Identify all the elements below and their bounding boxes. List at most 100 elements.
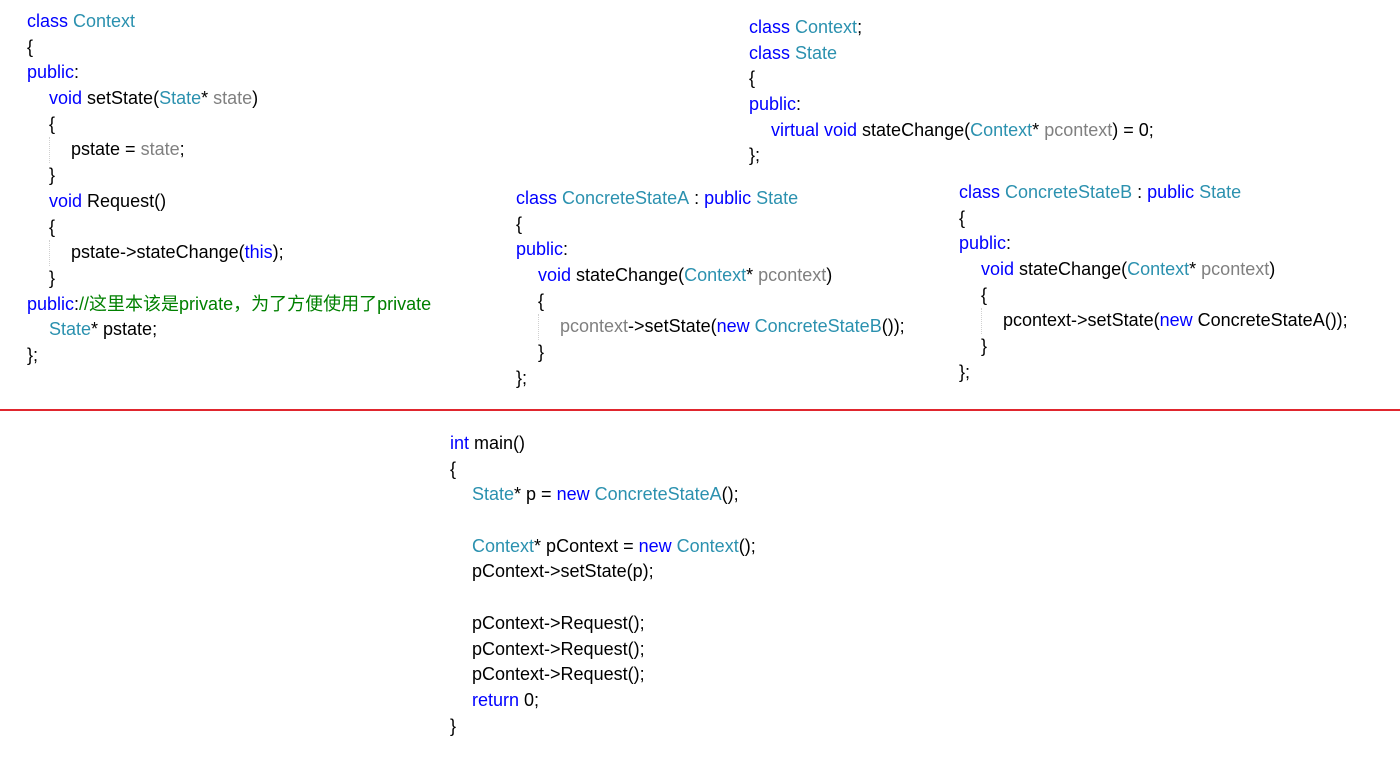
code-token: Context xyxy=(676,535,739,556)
code-line xyxy=(450,585,756,611)
code-token: { xyxy=(981,284,988,305)
code-line: void setState(State * state) xyxy=(27,86,431,112)
code-token: public xyxy=(1147,182,1200,202)
code-token: State xyxy=(795,42,838,63)
indent-guide xyxy=(27,86,49,112)
code-token: ) xyxy=(1269,259,1276,280)
code-line: { xyxy=(959,206,1348,232)
code-line: pstate = state; xyxy=(27,137,431,164)
divider-line xyxy=(0,409,1400,411)
code-token: stateChange( xyxy=(862,119,971,140)
code-token: * xyxy=(1189,259,1202,280)
code-line: } xyxy=(959,334,1348,360)
code-token: pContext->setState(p); xyxy=(472,561,654,582)
code-line: void stateChange(Context * pcontext) xyxy=(959,257,1348,283)
code-token: this xyxy=(244,242,273,263)
code-token: { xyxy=(516,213,523,234)
code-token: }; xyxy=(516,367,528,388)
code-line: { xyxy=(27,112,431,138)
code-token: }; xyxy=(749,145,761,166)
code-line: class ConcreteStateA : public State xyxy=(516,186,905,212)
code-line: public: xyxy=(749,92,1154,118)
code-token: : xyxy=(563,239,569,260)
code-token: ConcreteStateA()); xyxy=(1197,310,1348,331)
indent-guide xyxy=(27,266,49,292)
code-token: pContext->Request(); xyxy=(472,638,645,659)
code-token: pcontext xyxy=(758,265,827,286)
code-token: : xyxy=(796,94,802,115)
code-line: pContext->Request(); xyxy=(450,662,756,688)
code-token: pstate->stateChange( xyxy=(71,242,245,263)
code-token: { xyxy=(959,207,966,228)
code-token: pstate = xyxy=(71,139,141,160)
code-line: public: xyxy=(27,60,431,86)
code-token: class xyxy=(749,17,796,37)
code-token: new xyxy=(716,316,755,337)
code-token: { xyxy=(27,36,34,57)
code-block-state-class: class Context; class State{public: virtual… xyxy=(749,15,1154,169)
indent-guide xyxy=(959,308,981,334)
code-token: * xyxy=(746,265,759,286)
indent-guide xyxy=(450,688,472,714)
code-token: ; xyxy=(857,17,863,37)
indent-guide xyxy=(538,314,560,341)
code-token: { xyxy=(49,216,56,237)
indent-guide xyxy=(450,559,472,585)
indent-guide xyxy=(516,263,538,289)
code-line: } xyxy=(516,340,905,366)
code-token: { xyxy=(450,458,457,479)
code-token: } xyxy=(450,715,457,736)
code-line: }; xyxy=(959,360,1348,386)
code-token: ; xyxy=(179,139,185,160)
code-line: State * p = new ConcreteStateA (); xyxy=(450,482,756,508)
code-token: class xyxy=(749,42,796,63)
code-line: class Context xyxy=(27,9,431,35)
code-token: * xyxy=(1032,119,1045,140)
code-token: state xyxy=(140,139,180,160)
code-line: void stateChange(Context * pcontext) xyxy=(516,263,905,289)
code-token: ConcreteStateB xyxy=(754,316,882,337)
code-token: * pContext = xyxy=(534,535,639,556)
code-line: { xyxy=(516,289,905,315)
code-token: : xyxy=(689,188,705,208)
code-token: stateChange( xyxy=(576,265,685,286)
code-token: 0; xyxy=(524,689,540,710)
code-token: State xyxy=(756,188,799,208)
code-line: pcontext->setState(new ConcreteStateA())… xyxy=(959,308,1348,335)
code-token: ->setState( xyxy=(628,316,717,337)
code-line: return 0; xyxy=(450,688,756,714)
code-token: { xyxy=(749,68,756,89)
code-token: class xyxy=(27,11,74,31)
code-token: Context xyxy=(970,119,1033,140)
indent-guide xyxy=(49,137,71,164)
code-token: : xyxy=(74,62,80,83)
code-line: public: xyxy=(516,237,905,263)
code-token: void xyxy=(49,190,88,211)
code-line: void Request() xyxy=(27,189,431,215)
indent-guide xyxy=(450,508,472,534)
code-token: public xyxy=(959,233,1007,254)
indent-guide xyxy=(27,189,49,215)
code-token: pcontext xyxy=(1044,119,1113,140)
code-token: }; xyxy=(27,344,39,365)
code-token: ConcreteStateA xyxy=(594,484,722,505)
code-token: public xyxy=(27,62,75,83)
code-token: State xyxy=(159,88,202,109)
code-line: class Context; xyxy=(749,15,1154,41)
indent-guide xyxy=(516,289,538,315)
code-token: } xyxy=(538,342,545,363)
code-line: Context * pContext = new Context (); xyxy=(450,534,756,560)
indent-guide xyxy=(27,317,49,343)
indent-guide xyxy=(450,585,472,611)
code-block-context-class: class Context{public: void setState(State… xyxy=(27,9,431,369)
code-token: ConcreteStateA xyxy=(562,188,690,208)
code-line: { xyxy=(959,283,1348,309)
code-token: State xyxy=(49,319,92,340)
indent-guide xyxy=(450,662,472,688)
code-token: void xyxy=(538,265,577,286)
code-line: pContext->Request(); xyxy=(450,611,756,637)
indent-guide xyxy=(959,334,981,360)
indent-guide xyxy=(27,137,49,163)
indent-guide xyxy=(450,534,472,560)
code-token: Request() xyxy=(87,190,167,211)
